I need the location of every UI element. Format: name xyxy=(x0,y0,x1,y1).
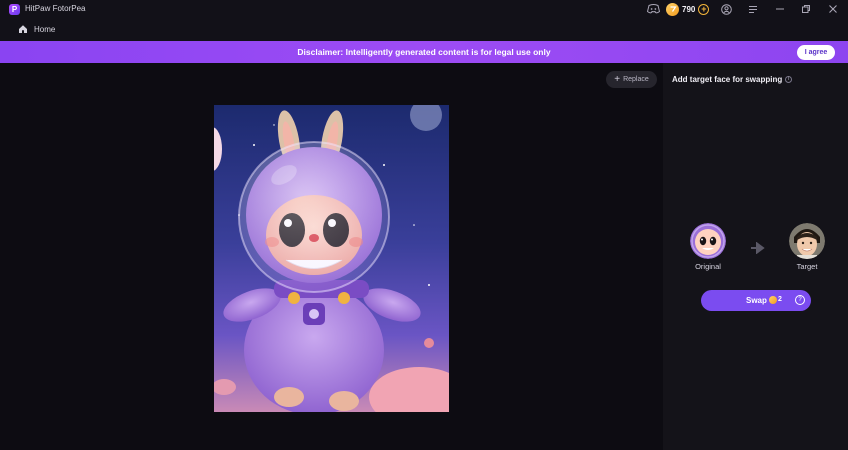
original-face-thumbnail[interactable] xyxy=(690,223,726,259)
info-icon[interactable]: i xyxy=(785,76,793,83)
discord-icon[interactable] xyxy=(647,3,660,15)
target-label: Target xyxy=(796,262,818,271)
swap-label: Swap xyxy=(746,296,767,305)
replace-button[interactable]: + Replace xyxy=(606,71,657,88)
minimize-icon[interactable] xyxy=(775,3,785,15)
replace-label: Replace xyxy=(623,76,649,83)
nav-bar: Home xyxy=(0,19,848,41)
plus-icon: + xyxy=(614,73,621,85)
home-icon xyxy=(19,25,27,33)
account-icon[interactable] xyxy=(721,3,732,15)
app-logo-icon: P xyxy=(9,4,20,15)
disclaimer-text: Disclaimer: Intelligently generated cont… xyxy=(297,47,551,57)
help-icon[interactable]: ? xyxy=(795,295,805,305)
menu-icon[interactable] xyxy=(748,3,758,15)
coin-icon xyxy=(769,296,777,304)
target-face-thumbnail[interactable] xyxy=(789,223,825,259)
close-icon[interactable] xyxy=(828,3,838,15)
home-label: Home xyxy=(34,24,56,34)
restore-icon[interactable] xyxy=(801,3,811,15)
title-bar: P HitPaw FotorPea 790 + xyxy=(0,0,848,19)
home-button[interactable]: Home xyxy=(18,24,55,34)
coin-balance[interactable]: 790 + xyxy=(666,2,710,16)
arrow-right-icon xyxy=(750,241,766,259)
panel-title-text: Add target face for swapping xyxy=(672,75,783,84)
swap-button[interactable]: Swap 2 ? xyxy=(701,290,811,311)
agree-button[interactable]: I agree xyxy=(797,45,835,60)
original-label: Original xyxy=(695,262,721,271)
app-title: HitPaw FotorPea xyxy=(25,4,86,13)
add-coins-icon[interactable]: + xyxy=(698,3,710,15)
app-window: P HitPaw FotorPea 790 + Home Disclaimer:… xyxy=(0,0,848,450)
disclaimer-banner: Disclaimer: Intelligently generated cont… xyxy=(0,41,848,63)
coin-count: 790 xyxy=(682,4,696,14)
coin-icon xyxy=(666,2,679,16)
panel-title: Add target face for swapping i xyxy=(672,75,793,84)
source-image xyxy=(214,105,449,412)
swap-cost: 2 xyxy=(778,296,782,303)
